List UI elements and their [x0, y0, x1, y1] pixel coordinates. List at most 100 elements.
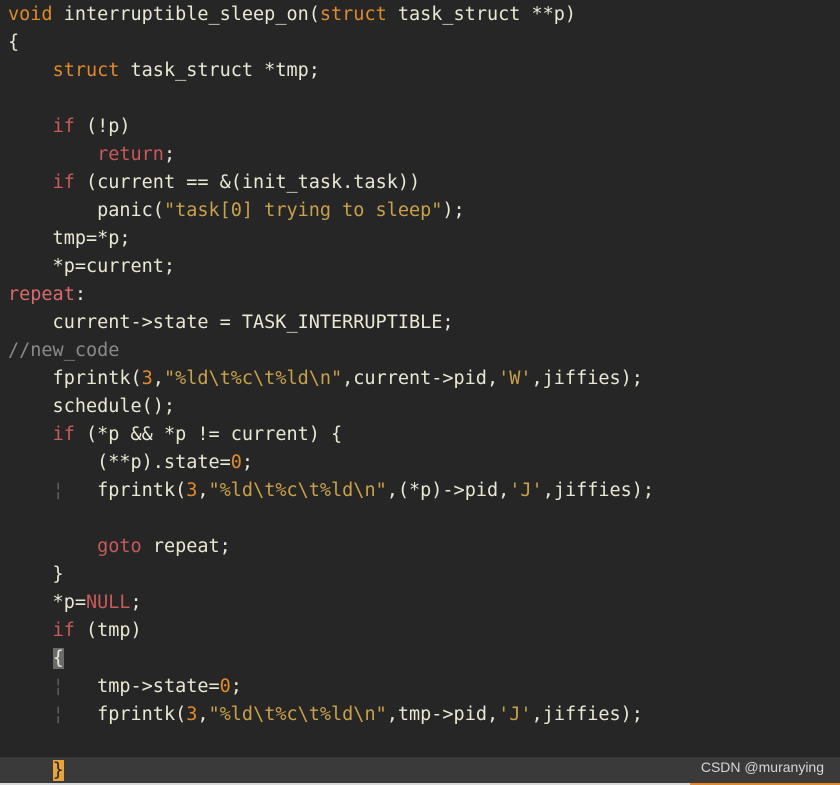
code-token: 0 [230, 452, 242, 473]
code-token: : [74, 284, 86, 305]
code-token: task_struct *tmp; [130, 60, 320, 81]
code-line[interactable]: { [8, 29, 840, 57]
code-token: ; [241, 452, 254, 473]
code-token: if [52, 172, 86, 193]
code-token: tmp->state= [63, 676, 220, 697]
code-token: ,jiffies); [542, 480, 655, 501]
code-token: schedule(); [8, 396, 176, 417]
code-token: if [52, 424, 86, 445]
code-line[interactable]: { [8, 645, 840, 673]
code-token: tmp=*p; [8, 228, 131, 249]
code-token: repeat [8, 284, 75, 305]
code-token: ¦ [52, 480, 64, 501]
code-token: fprintk( [63, 704, 187, 725]
code-token: ¦ [52, 704, 64, 725]
code-token: if [52, 620, 86, 641]
code-token: , [197, 704, 209, 725]
code-token: (!p) [85, 116, 131, 137]
code-token: fprintk( [63, 480, 187, 501]
code-token: current->state = TASK_INTERRUPTIBLE; [8, 312, 454, 333]
code-line[interactable]: ​ [8, 85, 840, 113]
code-token: ; [130, 592, 142, 613]
code-token: { [8, 32, 20, 53]
code-line[interactable]: if (current == &(init_task.task)) [8, 169, 840, 197]
code-token: 3 [186, 704, 198, 725]
code-token: } [8, 564, 64, 585]
code-token: ,tmp->pid, [386, 704, 499, 725]
code-token: 3 [186, 480, 198, 501]
code-token: ,(*p)->pid, [386, 480, 510, 501]
code-token: 0 [219, 676, 231, 697]
code-token: 'J' [498, 704, 532, 725]
code-line[interactable]: (**p).state=0; [8, 449, 840, 477]
code-line[interactable]: } [8, 561, 840, 589]
code-token: //new_code [8, 340, 120, 361]
code-line[interactable]: ¦ tmp->state=0; [8, 673, 840, 701]
code-line[interactable]: ​ [8, 505, 840, 533]
code-token: if [52, 116, 86, 137]
code-line[interactable]: tmp=*p; [8, 225, 840, 253]
code-token: struct [319, 4, 398, 25]
code-line[interactable]: if (!p) [8, 113, 840, 141]
code-token: struct [52, 60, 131, 81]
code-editor[interactable]: void interruptible_sleep_on(struct task_… [0, 0, 840, 785]
code-line[interactable]: struct task_struct *tmp; [8, 57, 840, 85]
code-line[interactable]: ​ [8, 729, 840, 757]
code-line[interactable]: *p=current; [8, 253, 840, 281]
code-token: "%ld\t%c\t%ld\n" [208, 704, 387, 725]
code-token: interruptible_sleep_on( [63, 4, 320, 25]
code-token: goto [97, 536, 153, 557]
code-token: (current == &(init_task.task)) [85, 172, 421, 193]
code-token: void [8, 4, 64, 25]
code-line[interactable]: return; [8, 141, 840, 169]
code-line[interactable]: current->state = TASK_INTERRUPTIBLE; [8, 309, 840, 337]
code-token: repeat; [152, 536, 231, 557]
code-token: panic( [8, 200, 164, 221]
code-token: , [197, 480, 209, 501]
code-token: ; [163, 144, 176, 165]
code-line[interactable]: schedule(); [8, 393, 840, 421]
code-line[interactable]: repeat: [8, 281, 840, 309]
code-line[interactable]: ¦ fprintk(3,"%ld\t%c\t%ld\n",tmp->pid,'J… [8, 701, 840, 729]
code-line[interactable]: panic("task[0] trying to sleep"); [8, 197, 840, 225]
code-line[interactable]: //new_code [8, 337, 840, 365]
code-lines: void interruptible_sleep_on(struct task_… [0, 1, 840, 785]
code-line[interactable]: if (tmp) [8, 617, 840, 645]
code-token: NULL [85, 592, 131, 613]
code-line[interactable]: ¦ fprintk(3,"%ld\t%c\t%ld\n",(*p)->pid,'… [8, 477, 840, 505]
code-token: ); [442, 200, 465, 221]
code-token: 'J' [509, 480, 543, 501]
code-line[interactable]: goto repeat; [8, 533, 840, 561]
code-token: ; [230, 676, 242, 697]
code-token: *p=current; [8, 256, 176, 277]
code-token: ,current->pid, [342, 368, 499, 389]
code-line[interactable]: if (*p && *p != current) { [8, 421, 840, 449]
code-token: fprintk( [8, 368, 142, 389]
code-token: (**p).state= [8, 452, 231, 473]
code-token: ¦ [52, 676, 64, 697]
code-token: "%ld\t%c\t%ld\n" [208, 480, 387, 501]
code-line[interactable]: fprintk(3,"%ld\t%c\t%ld\n",current->pid,… [8, 365, 840, 393]
code-token: "task[0] trying to sleep" [163, 200, 443, 221]
code-token: ,jiffies); [531, 704, 643, 725]
code-line[interactable]: *p=NULL; [8, 589, 840, 617]
code-token: "%ld\t%c\t%ld\n" [163, 368, 343, 389]
code-line[interactable]: void interruptible_sleep_on(struct task_… [8, 1, 840, 29]
code-token: 'W' [498, 368, 532, 389]
code-token: (tmp) [85, 620, 142, 641]
code-token: } [52, 760, 64, 781]
code-token: , [152, 368, 164, 389]
code-token: (*p && *p != current) { [85, 424, 343, 445]
